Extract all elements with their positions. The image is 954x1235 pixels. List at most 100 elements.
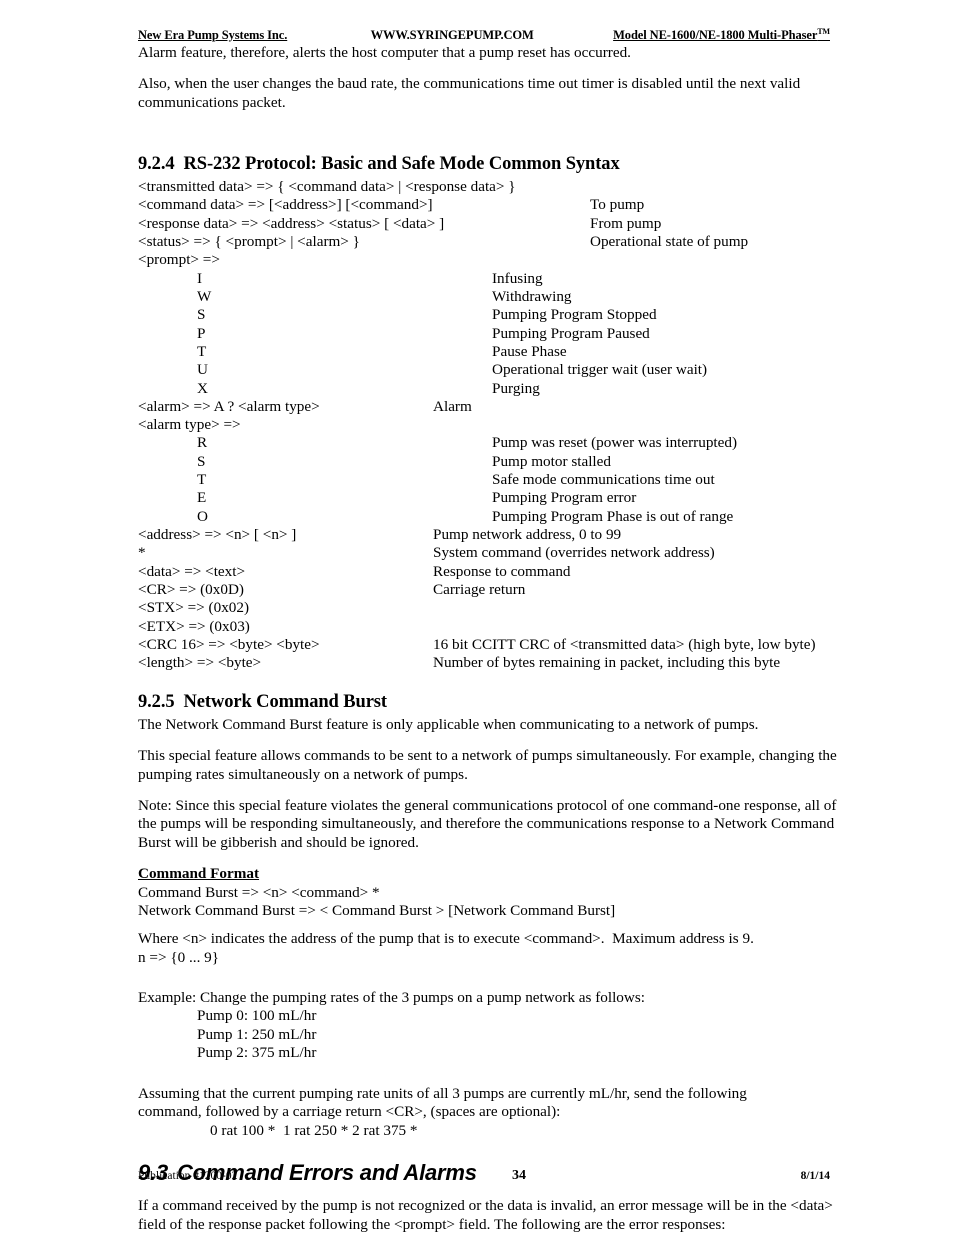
example-pump-line: Pump 1: 250 mL/hr — [197, 1025, 317, 1043]
prompt-code-row: P Pumping Program Paused — [138, 325, 838, 343]
prompt-code: S — [197, 306, 206, 324]
prompt-code: I — [197, 269, 203, 287]
trademark-symbol: TM — [817, 26, 830, 36]
definition-row: <length> => <byte> Number of bytes remai… — [138, 654, 838, 672]
definition-term: <address> => <n> [ <n> ] — [138, 526, 297, 544]
alarm-code-row: T Safe mode communications time out — [138, 471, 838, 489]
definition-row: <STX> => (0x02) — [138, 599, 838, 617]
prompt-code-desc: Infusing — [492, 269, 543, 287]
command-format-block: Command Format Command Burst => <n> <com… — [138, 865, 838, 920]
command-format-line-1: Command Burst => <n> <command> * — [138, 883, 380, 901]
command-format-heading: Command Format — [138, 865, 260, 883]
prompt-code: T — [197, 342, 207, 360]
section-925-paragraph-1: The Network Command Burst feature is onl… — [138, 716, 759, 734]
definition-row: <ETX> => (0x03) — [138, 618, 838, 636]
prompt-code-row: X Purging — [138, 380, 838, 398]
section-heading-924: 9.2.4 RS-232 Protocol: Basic and Safe Mod… — [138, 153, 838, 176]
syntax-term: <response data> => <address> <status> [ … — [138, 214, 445, 232]
alarm-code-row: O Pumping Program Phase is out of range — [138, 508, 838, 526]
header-model-name: Model NE-1600/NE-1800 Multi-PhaserTM — [613, 26, 830, 42]
alarm-code: T — [197, 471, 207, 489]
syntax-desc: From pump — [590, 214, 662, 232]
section-93-paragraph-1: If a command received by the pump is not… — [138, 1196, 833, 1233]
definition-row: * System command (overrides network addr… — [138, 544, 838, 562]
document-page: New Era Pump Systems Inc. WWW.SYRINGEPUM… — [0, 0, 954, 1235]
section-number-924: 9.2.4 — [138, 153, 175, 174]
assuming-line-1: Assuming that the current pumping rate u… — [138, 1084, 747, 1102]
syntax-desc — [590, 251, 838, 269]
document-body: Alarm feature, therefore, alerts the hos… — [138, 44, 838, 1235]
prompt-code-table: I Infusing W Withdrawing S Pumping Progr… — [138, 270, 838, 398]
alarm-code-row: E Pumping Program error — [138, 489, 838, 507]
definition-row: <address> => <n> [ <n> ] Pump network ad… — [138, 526, 838, 544]
definition-desc: 16 bit CCITT CRC of <transmitted data> (… — [433, 635, 816, 653]
syntax-desc — [590, 178, 838, 196]
prompt-code-row: U Operational trigger wait (user wait) — [138, 361, 838, 379]
alarm-code-table: R Pump was reset (power was interrupted)… — [138, 434, 838, 526]
alarm-code-desc: Pump was reset (power was interrupted) — [492, 434, 738, 452]
section-title-925: Network Command Burst — [183, 691, 388, 712]
footer-page-number: 34 — [511, 1168, 526, 1183]
alarm-code: R — [197, 434, 208, 452]
prompt-code-row: T Pause Phase — [138, 343, 838, 361]
prompt-code: U — [197, 361, 208, 379]
alarm-code-desc: Pumping Program error — [492, 489, 637, 507]
syntax-desc — [433, 416, 838, 434]
section-925-paragraph-2: This special feature allows commands to … — [138, 746, 837, 783]
syntax-block-common: <transmitted data> => { <command data> |… — [138, 178, 838, 270]
section-title-924: RS-232 Protocol: Basic and Safe Mode Com… — [183, 153, 620, 174]
definition-desc: Pump network address, 0 to 99 — [433, 526, 622, 544]
footer-publication: Publication #1200-02 — [138, 1170, 238, 1182]
example-command-line: 0 rat 100 * 1 rat 250 * 2 rat 375 * — [210, 1121, 418, 1139]
definition-desc — [433, 618, 838, 636]
prompt-code-desc: Pumping Program Stopped — [492, 306, 657, 324]
syntax-desc: Alarm — [433, 397, 472, 415]
definition-desc: Carriage return — [433, 580, 526, 598]
syntax-desc: Operational state of pump — [590, 233, 749, 251]
syntax-term: <status> => { <prompt> | <alarm> } — [138, 233, 360, 251]
syntax-row: <transmitted data> => { <command data> |… — [138, 178, 838, 196]
prompt-code-desc: Purging — [492, 379, 540, 397]
syntax-term: <transmitted data> => { <command data> |… — [138, 178, 516, 196]
section-925-paragraph-3: Note: Since this special feature violate… — [138, 796, 837, 852]
example-pump-line: Pump 2: 375 mL/hr — [197, 1044, 317, 1062]
alarm-code-desc: Safe mode communications time out — [492, 471, 715, 489]
syntax-term: <alarm type> => — [138, 416, 241, 434]
alarm-code-desc: Pumping Program Phase is out of range — [492, 507, 734, 525]
alarm-code-row: R Pump was reset (power was interrupted) — [138, 434, 838, 452]
prompt-code: P — [197, 324, 206, 342]
intro-paragraph-1: Alarm feature, therefore, alerts the hos… — [138, 44, 631, 61]
syntax-desc: To pump — [590, 196, 645, 214]
prompt-code-row: S Pumping Program Stopped — [138, 306, 838, 324]
definition-desc: Response to command — [433, 562, 571, 580]
syntax-term: <command data> => [<address>] [<command>… — [138, 196, 433, 214]
prompt-code-desc: Operational trigger wait (user wait) — [492, 361, 708, 379]
where-line-1: Where <n> indicates the address of the p… — [138, 930, 754, 948]
assuming-line-2: command, followed by a carriage return <… — [138, 1103, 561, 1121]
page-footer: Publication #1200-02 34 8/1/14 — [138, 1168, 830, 1184]
prompt-code-row: W Withdrawing — [138, 288, 838, 306]
syntax-row: <alarm> => A ? <alarm type> Alarm — [138, 398, 838, 416]
header-website: WWW.SYRINGEPUMP.COM — [370, 28, 534, 42]
definition-term: <STX> => (0x02) — [138, 599, 250, 617]
alarm-code: O — [197, 507, 208, 525]
intro-paragraph-2: Also, when the user changes the baud rat… — [138, 74, 801, 111]
syntax-row: <prompt> => — [138, 251, 838, 269]
header-company-name: New Era Pump Systems Inc. — [138, 28, 288, 42]
running-header: New Era Pump Systems Inc. WWW.SYRINGEPUM… — [138, 26, 830, 43]
alarm-code-desc: Pump motor stalled — [492, 452, 611, 470]
syntax-row: <status> => { <prompt> | <alarm> } Opera… — [138, 233, 838, 251]
definition-term: <length> => <byte> — [138, 654, 262, 672]
prompt-code: X — [197, 379, 208, 397]
definition-desc — [433, 599, 838, 617]
definition-term: <CRC 16> => <byte> <byte> — [138, 635, 320, 653]
alarm-code-row: S Pump motor stalled — [138, 453, 838, 471]
prompt-code-desc: Pumping Program Paused — [492, 324, 650, 342]
definition-desc: System command (overrides network addres… — [433, 544, 715, 562]
syntax-term: <prompt> => — [138, 251, 220, 269]
footer-date: 8/1/14 — [800, 1170, 830, 1182]
example-pump-line: Pump 0: 100 mL/hr — [197, 1007, 317, 1025]
